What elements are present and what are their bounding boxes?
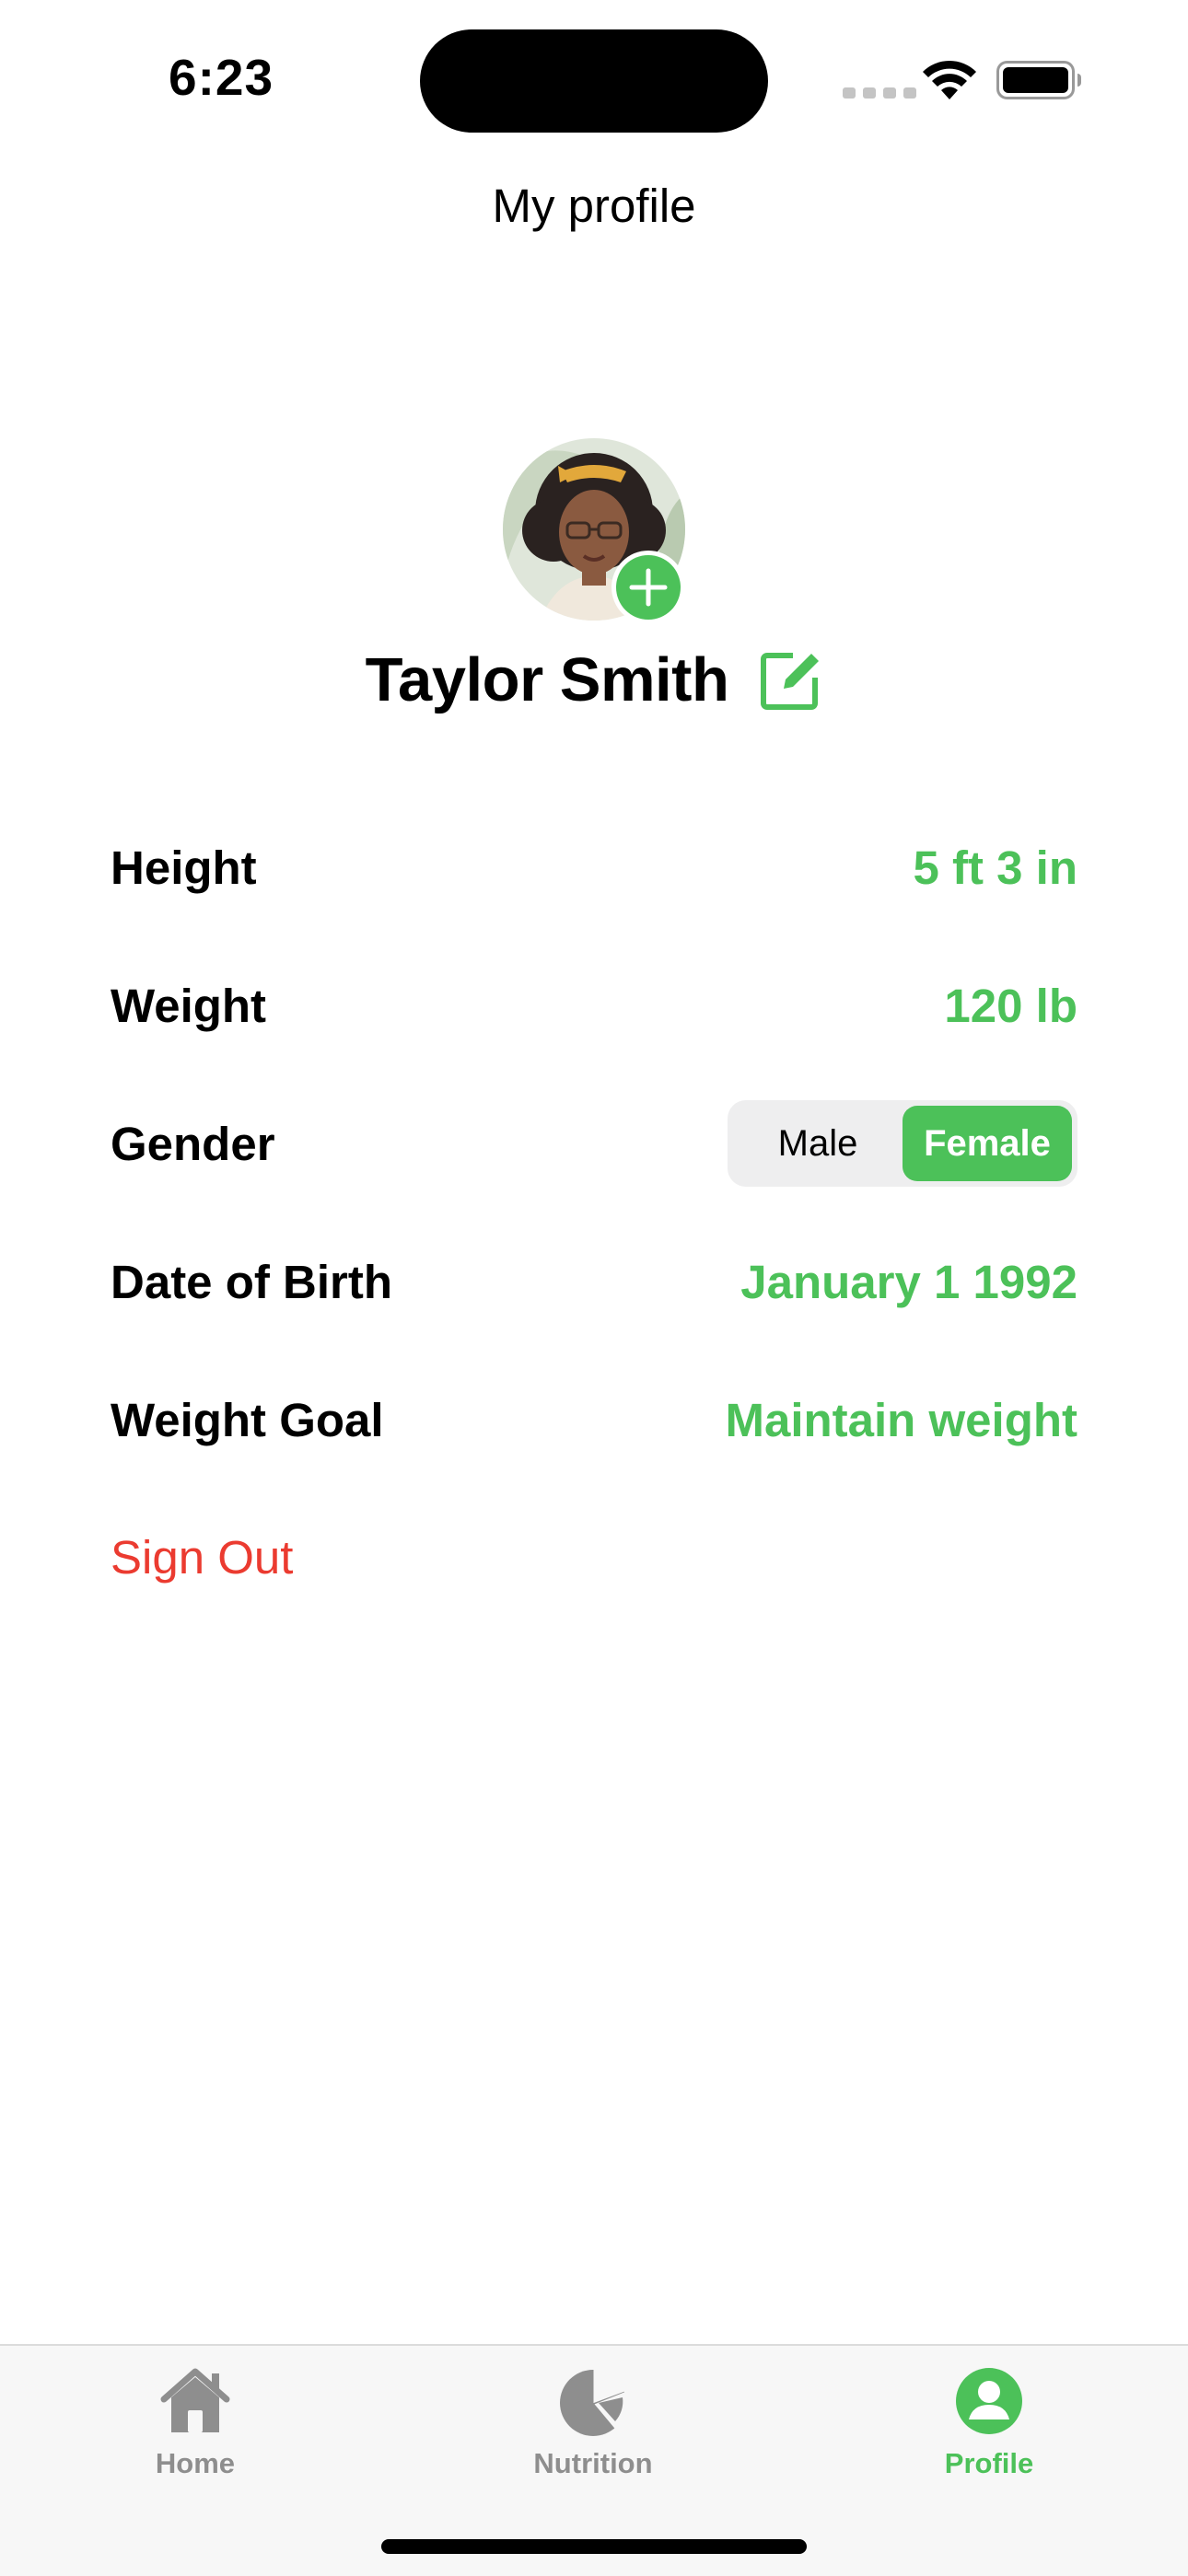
gender-option-female[interactable]: Female	[903, 1106, 1072, 1181]
home-indicator[interactable]	[381, 2539, 807, 2554]
sign-out-button[interactable]: Sign Out	[111, 1530, 293, 1584]
wifi-icon	[923, 60, 976, 99]
status-time: 6:23	[169, 49, 274, 106]
plus-icon	[616, 555, 681, 620]
person-circle-icon	[956, 2368, 1022, 2434]
add-photo-button[interactable]	[611, 551, 685, 624]
name-row: Taylor Smith	[0, 644, 1188, 715]
weight-label: Weight	[111, 979, 267, 1032]
date-of-birth-value[interactable]: January 1 1992	[740, 1255, 1077, 1309]
height-label: Height	[111, 841, 257, 894]
dynamic-island	[420, 29, 768, 133]
home-icon	[160, 2368, 230, 2432]
weight-value[interactable]: 120 lb	[944, 979, 1077, 1033]
date-of-birth-label: Date of Birth	[111, 1255, 392, 1308]
height-row[interactable]: Height 5 ft 3 in	[111, 821, 1077, 913]
user-name: Taylor Smith	[365, 645, 729, 714]
battery-icon	[996, 61, 1081, 99]
tab-nutrition-label: Nutrition	[533, 2447, 653, 2479]
tab-profile-label: Profile	[944, 2447, 1034, 2479]
date-of-birth-row[interactable]: Date of Birth January 1 1992	[111, 1236, 1077, 1328]
gender-option-male[interactable]: Male	[733, 1106, 903, 1181]
weight-goal-label: Weight Goal	[111, 1393, 384, 1446]
tab-home-label: Home	[155, 2447, 236, 2479]
gender-segmented-control[interactable]: Male Female	[728, 1100, 1077, 1187]
page-title: My profile	[492, 180, 696, 232]
tab-nutrition[interactable]: Nutrition	[483, 2362, 704, 2480]
weight-goal-row[interactable]: Weight Goal Maintain weight	[111, 1374, 1077, 1466]
height-value[interactable]: 5 ft 3 in	[913, 841, 1077, 895]
tab-home[interactable]: Home	[85, 2362, 306, 2480]
weight-row[interactable]: Weight 120 lb	[111, 959, 1077, 1051]
tab-profile[interactable]: Profile	[879, 2362, 1100, 2480]
edit-icon[interactable]	[758, 648, 822, 713]
pie-chart-icon	[560, 2368, 627, 2436]
signal-icon	[843, 87, 916, 99]
weight-goal-value[interactable]: Maintain weight	[726, 1393, 1078, 1447]
gender-row: Gender Male Female	[111, 1097, 1077, 1189]
gender-label: Gender	[111, 1117, 275, 1170]
